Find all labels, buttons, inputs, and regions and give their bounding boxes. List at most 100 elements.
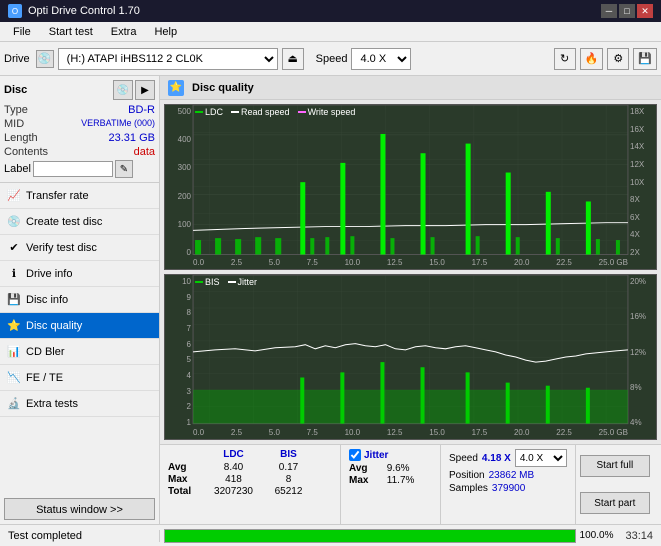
chart1-y-left: 5004003002001000 <box>165 105 193 269</box>
chart1-legend: LDC Read speed Write speed <box>195 107 355 117</box>
nav-item-verify-test-disc[interactable]: ✔Verify test disc <box>0 235 159 261</box>
samples-label: Samples <box>449 483 488 494</box>
close-button[interactable]: ✕ <box>637 4 653 18</box>
disc-mid-val: VERBATIMe (000) <box>81 118 155 130</box>
disc-title: Disc <box>4 84 27 96</box>
menu-bar: File Start test Extra Help <box>0 22 661 42</box>
ldc-bis-stats: LDC BIS Avg 8.40 0.17 Max 418 8 Total 32… <box>160 445 340 524</box>
disc-icon-2[interactable]: ▶ <box>135 80 155 100</box>
jitter-checkbox[interactable] <box>349 449 361 461</box>
jitter-max-val: 11.7% <box>387 475 415 486</box>
chart1-svg <box>165 105 656 269</box>
action-buttons: Start full Start part <box>575 445 654 524</box>
disc-label-edit-btn[interactable]: ✎ <box>115 160 133 178</box>
speed-stat-select[interactable]: 4.0 X <box>515 449 567 467</box>
bis-header: BIS <box>261 449 316 460</box>
disc-contents-row: Contents data <box>4 146 155 158</box>
speed-stats: Speed 4.18 X 4.0 X Position 23862 MB Sam… <box>440 445 575 524</box>
avg-label: Avg <box>168 462 206 473</box>
nav-item-extra-tests[interactable]: 🔬Extra tests <box>0 391 159 417</box>
jitter-header: Jitter <box>364 450 388 461</box>
menu-help[interactable]: Help <box>145 23 186 41</box>
disc-section: Disc 💿 ▶ Type BD-R MID VERBATIMe (000) L… <box>0 76 159 183</box>
disc-contents-val: data <box>134 146 155 158</box>
chart2-legend: BIS Jitter <box>195 277 257 287</box>
chart-icon: ⭐ <box>168 80 184 96</box>
nav-item-disc-quality[interactable]: ⭐Disc quality <box>0 313 159 339</box>
max-bis: 8 <box>261 474 316 485</box>
nav-item-cd-bler[interactable]: 📊CD Bler <box>0 339 159 365</box>
nav-list: 📈Transfer rate💿Create test disc✔Verify t… <box>0 183 159 417</box>
chart-ldc: LDC Read speed Write speed 5004003002001… <box>164 104 657 270</box>
chart1-x-labels: 0.02.55.07.510.0 12.515.017.520.022.525.… <box>193 258 628 267</box>
start-full-button[interactable]: Start full <box>580 455 650 477</box>
chart2-svg <box>165 275 656 439</box>
start-part-button[interactable]: Start part <box>580 492 650 514</box>
jitter-stats: Jitter Avg 9.6% Max 11.7% <box>340 445 440 524</box>
chart-bis: BIS Jitter 10987654321 20%16%12%8%4% <box>164 274 657 440</box>
nav-item-fe---te[interactable]: 📉FE / TE <box>0 365 159 391</box>
maximize-button[interactable]: □ <box>619 4 635 18</box>
nav-item-transfer-rate[interactable]: 📈Transfer rate <box>0 183 159 209</box>
progress-percent: 100.0% <box>580 530 618 541</box>
chart-header: ⭐ Disc quality <box>160 76 661 100</box>
minimize-button[interactable]: ─ <box>601 4 617 18</box>
disc-type-val: BD-R <box>128 104 155 116</box>
disc-length-val: 23.31 GB <box>109 132 155 144</box>
jitter-avg-label: Avg <box>349 463 384 474</box>
left-panel: Disc 💿 ▶ Type BD-R MID VERBATIMe (000) L… <box>0 76 160 524</box>
app-icon: O <box>8 4 22 18</box>
disc-label-row: Label ✎ <box>4 160 155 178</box>
avg-bis: 0.17 <box>261 462 316 473</box>
samples-val: 379900 <box>492 483 525 494</box>
speed-stat-label: Speed <box>449 453 478 464</box>
max-label: Max <box>168 474 206 485</box>
status-time: 33:14 <box>617 530 661 542</box>
drive-select[interactable]: (H:) ATAPI iHBS112 2 CL0K <box>58 48 278 70</box>
progress-bar-container <box>164 529 576 543</box>
chart1-y-right: 18X16X14X12X10X8X6X4X2X <box>628 105 656 269</box>
ldc-header: LDC <box>206 449 261 460</box>
bottom-status-bar: Test completed 100.0% 33:14 <box>0 524 661 546</box>
speed-label: Speed <box>316 53 348 65</box>
toolbar: Drive 💿 (H:) ATAPI iHBS112 2 CL0K ⏏ Spee… <box>0 42 661 76</box>
nav-item-drive-info[interactable]: ℹDrive info <box>0 261 159 287</box>
disc-label-input[interactable] <box>33 161 113 177</box>
nav-item-disc-info[interactable]: 💾Disc info <box>0 287 159 313</box>
nav-item-create-test-disc[interactable]: 💿Create test disc <box>0 209 159 235</box>
position-label: Position <box>449 470 485 481</box>
chart2-x-labels: 0.02.55.07.510.0 12.515.017.520.022.525.… <box>193 428 628 437</box>
disc-length-row: Length 23.31 GB <box>4 132 155 144</box>
menu-start-test[interactable]: Start test <box>40 23 102 41</box>
jitter-avg-val: 9.6% <box>387 463 410 474</box>
chart-title: Disc quality <box>192 82 254 94</box>
app-title: Opti Drive Control 1.70 <box>28 5 140 17</box>
chart2-y-right: 20%16%12%8%4% <box>628 275 656 439</box>
status-text: Test completed <box>0 530 160 542</box>
right-panel: ⭐ Disc quality LDC Read speed Write spee… <box>160 76 661 524</box>
max-ldc: 418 <box>206 474 261 485</box>
disc-mid-row: MID VERBATIMe (000) <box>4 118 155 130</box>
charts-container: LDC Read speed Write speed 5004003002001… <box>160 100 661 444</box>
total-label: Total <box>168 486 206 497</box>
save-button[interactable]: 💾 <box>633 48 657 70</box>
position-val: 23862 MB <box>489 470 535 481</box>
stats-bar: LDC BIS Avg 8.40 0.17 Max 418 8 Total 32… <box>160 444 661 524</box>
jitter-max-label: Max <box>349 475 384 486</box>
settings-button[interactable]: ⚙ <box>607 48 629 70</box>
menu-file[interactable]: File <box>4 23 40 41</box>
total-ldc: 3207230 <box>206 486 261 497</box>
status-window-button[interactable]: Status window >> <box>4 498 155 520</box>
drive-icon: 💿 <box>36 50 54 68</box>
total-bis: 65212 <box>261 486 316 497</box>
refresh-button[interactable]: ↻ <box>554 48 576 70</box>
disc-type-row: Type BD-R <box>4 104 155 116</box>
disc-icon-1[interactable]: 💿 <box>113 80 133 100</box>
progress-bar-fill <box>165 530 575 542</box>
speed-select[interactable]: 4.0 X <box>351 48 411 70</box>
burn-button[interactable]: 🔥 <box>580 48 604 70</box>
title-bar: O Opti Drive Control 1.70 ─ □ ✕ <box>0 0 661 22</box>
eject-button[interactable]: ⏏ <box>282 48 304 70</box>
avg-ldc: 8.40 <box>206 462 261 473</box>
menu-extra[interactable]: Extra <box>102 23 146 41</box>
